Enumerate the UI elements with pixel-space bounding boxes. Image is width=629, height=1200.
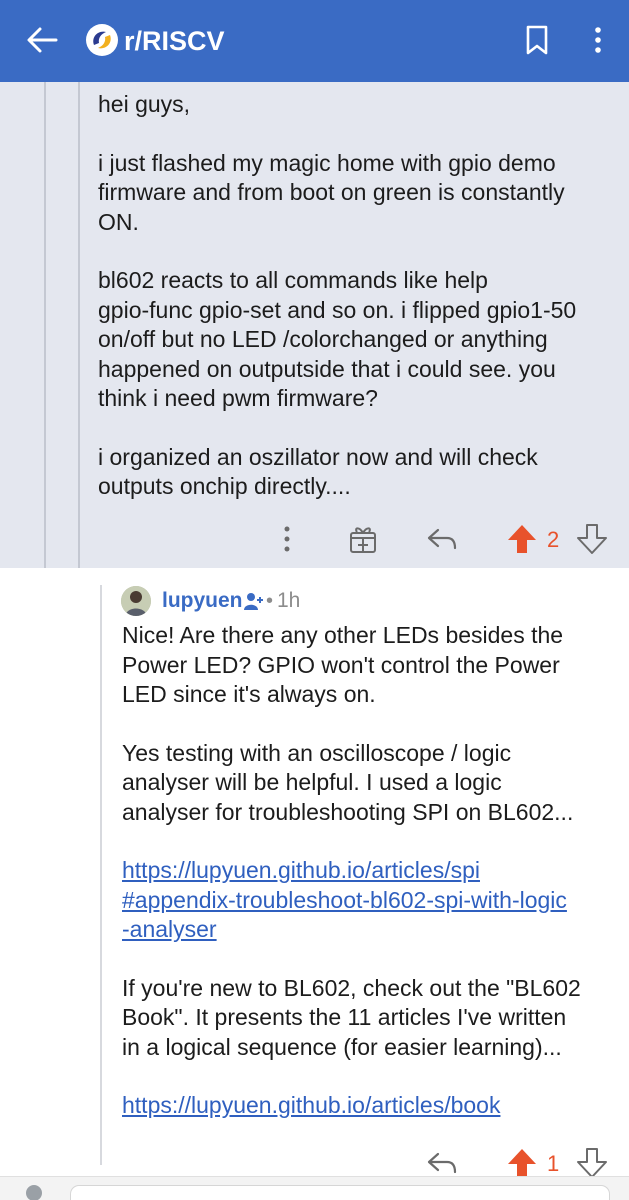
comment-line: analyser will be helpful. I used a logic: [122, 769, 502, 795]
downvote-icon[interactable]: [576, 522, 608, 556]
comment-line: gpio-func gpio-set and so on. i flipped …: [98, 296, 577, 323]
bookmark-icon[interactable]: [522, 22, 552, 58]
comment-line: Nice! Are there any other LEDs besides t…: [122, 622, 564, 648]
score: 2: [547, 527, 560, 552]
comment-line: Power LED? GPIO won't control the Power: [122, 651, 560, 678]
comment-line: analyser for troubleshooting SPI on BL60…: [122, 798, 574, 825]
comment-line: in a logical sequence (for easier learni…: [122, 1033, 562, 1060]
comment-line: think i need pwm firmware?: [98, 385, 378, 411]
comment-line: ON.: [98, 208, 139, 235]
comment-line: on/off but no LED /colorchanged or anyth…: [98, 326, 548, 352]
thread-line: [44, 82, 46, 568]
reply-icon[interactable]: [425, 524, 459, 554]
subreddit-title[interactable]: r/RISCV: [124, 24, 225, 58]
comment-line: Yes testing with an oscilloscope / logic: [122, 739, 512, 766]
comment-age: 1h: [277, 589, 301, 612]
upvote-icon[interactable]: [506, 522, 538, 556]
comment-line: happened on outputside that i could see.…: [98, 355, 556, 382]
downvote-icon[interactable]: [576, 1146, 608, 1180]
more-vertical-icon[interactable]: [584, 22, 612, 58]
spi-article-link[interactable]: https://lupyuen.github.io/articles/spi: [122, 857, 480, 883]
reply-body: Nice! Are there any other LEDs besides t…: [122, 621, 622, 1121]
award-icon[interactable]: [347, 522, 379, 556]
avatar[interactable]: [121, 586, 151, 616]
comment-line: hei guys,: [98, 91, 191, 117]
reply-icon[interactable]: [425, 1148, 459, 1178]
separator-dot: •: [266, 590, 274, 612]
reply-composer-bar: [0, 1176, 629, 1200]
book-article-link[interactable]: https://lupyuen.github.io/articles/book: [122, 1092, 500, 1118]
upvote-icon[interactable]: [506, 1146, 538, 1180]
comment-line: LED since it's always on.: [122, 681, 376, 707]
thread-line: [78, 82, 80, 568]
comment-line: Book". It presents the 11 articles I've …: [122, 1004, 567, 1030]
score: 1: [547, 1151, 560, 1176]
spi-article-link[interactable]: #appendix-troubleshoot-bl602-spi-with-lo…: [122, 887, 567, 913]
comment-line: firmware and from boot on green is const…: [98, 179, 565, 205]
avatar: [26, 1185, 42, 1200]
subreddit-logo-icon[interactable]: [86, 24, 118, 56]
comment-line: bl602 reacts to all commands like help: [98, 267, 488, 293]
comment-line: outputs onchip directly....: [98, 473, 351, 499]
highlighted-comment: hei guys, i just flashed my magic home w…: [0, 82, 629, 568]
back-arrow-icon[interactable]: [22, 20, 62, 60]
reply-input[interactable]: [70, 1185, 610, 1200]
comment-line: If you're new to BL602, check out the "B…: [122, 974, 581, 1001]
comment-author[interactable]: lupyuen: [162, 588, 243, 614]
comment-line: i just flashed my magic home with gpio d…: [98, 149, 556, 176]
more-vertical-icon[interactable]: [276, 522, 298, 556]
top-app-bar: r/RISCV: [0, 0, 629, 82]
comment-body: hei guys, i just flashed my magic home w…: [98, 90, 618, 502]
user-mod-icon: [244, 593, 263, 610]
spi-article-link[interactable]: -analyser: [122, 916, 217, 942]
comment-line: i organized an oszillator now and will c…: [98, 443, 538, 470]
thread-line: [100, 585, 102, 1165]
